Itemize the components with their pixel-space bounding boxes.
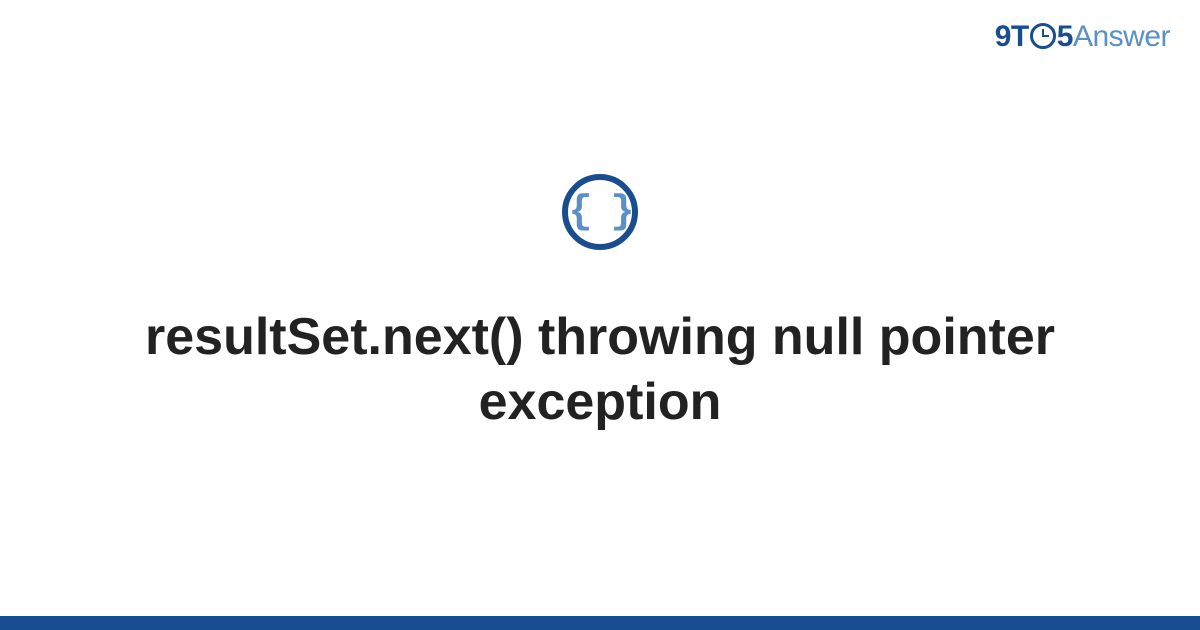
category-icon: { }: [562, 174, 638, 250]
braces-icon: { }: [568, 190, 631, 235]
brand-text-9t: 9T: [995, 20, 1029, 53]
footer-bar: [0, 616, 1200, 630]
brand-text-answer: Answer: [1073, 20, 1170, 53]
page-title: resultSet.next() throwing null pointer e…: [0, 305, 1200, 435]
brand-logo: 9T 5Answer: [995, 20, 1170, 54]
main-content: { } resultSet.next() throwing null point…: [0, 174, 1200, 435]
clock-icon: [1030, 23, 1056, 49]
brand-text-5: 5: [1057, 20, 1073, 53]
